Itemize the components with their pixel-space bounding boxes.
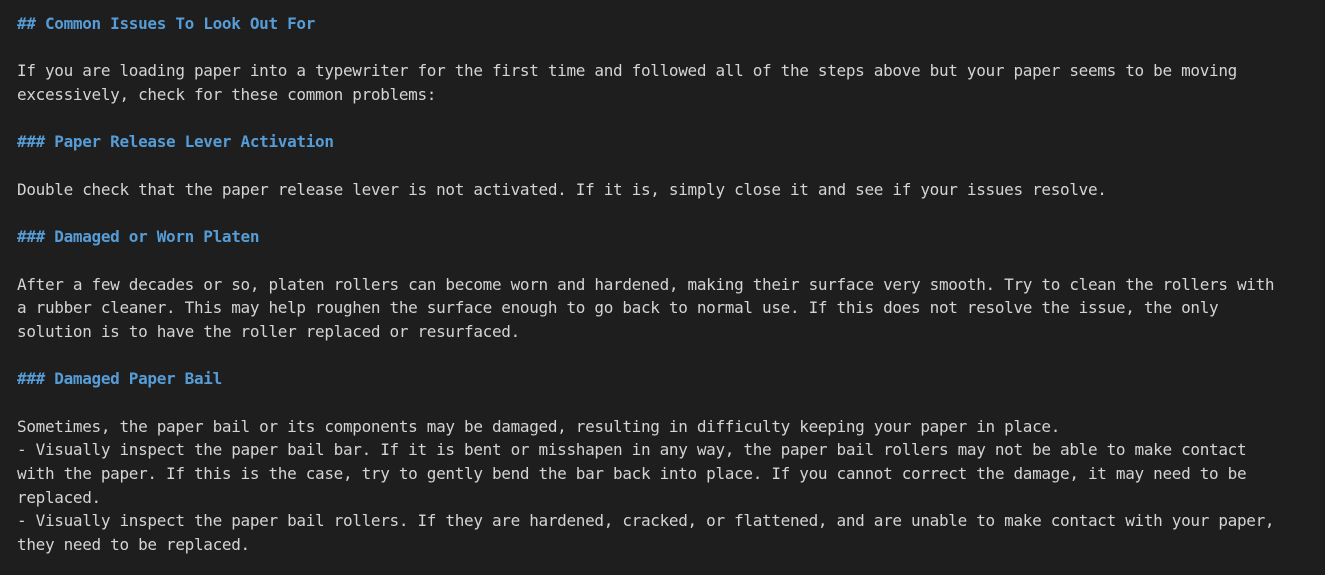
paragraph-line: Sometimes, the paper bail or its compone… [17,416,1061,436]
heading-common-issues: ## Common Issues To Look Out For [17,14,316,33]
list-item-line: they need to be replaced. [17,535,250,555]
paragraph-line: After a few decades or so, platen roller… [17,274,1275,294]
list-item-line: - Visually inspect the paper bail bar. I… [17,440,1247,460]
paragraph-line: a rubber cleaner. This may help roughen … [17,298,1219,318]
markdown-editor[interactable]: ## Common Issues To Look Out For If you … [0,0,1325,575]
list-item-line: - Visually inspect the paper bail roller… [17,511,1275,531]
paragraph-line: If you are loading paper into a typewrit… [17,61,1237,81]
heading-damaged-platen: ### Damaged or Worn Platen [17,227,260,247]
paragraph-line: solution is to have the roller replaced … [17,321,520,341]
paragraph-line: excessively, check for these common prob… [17,85,437,105]
heading-damaged-paper-bail: ### Damaged Paper Bail [17,369,222,389]
heading-paper-release-lever: ### Paper Release Lever Activation [17,132,334,152]
paragraph-line: Double check that the paper release leve… [17,179,1107,199]
list-item-line: with the paper. If this is the case, try… [17,464,1247,484]
list-item-line: replaced. [17,487,101,507]
